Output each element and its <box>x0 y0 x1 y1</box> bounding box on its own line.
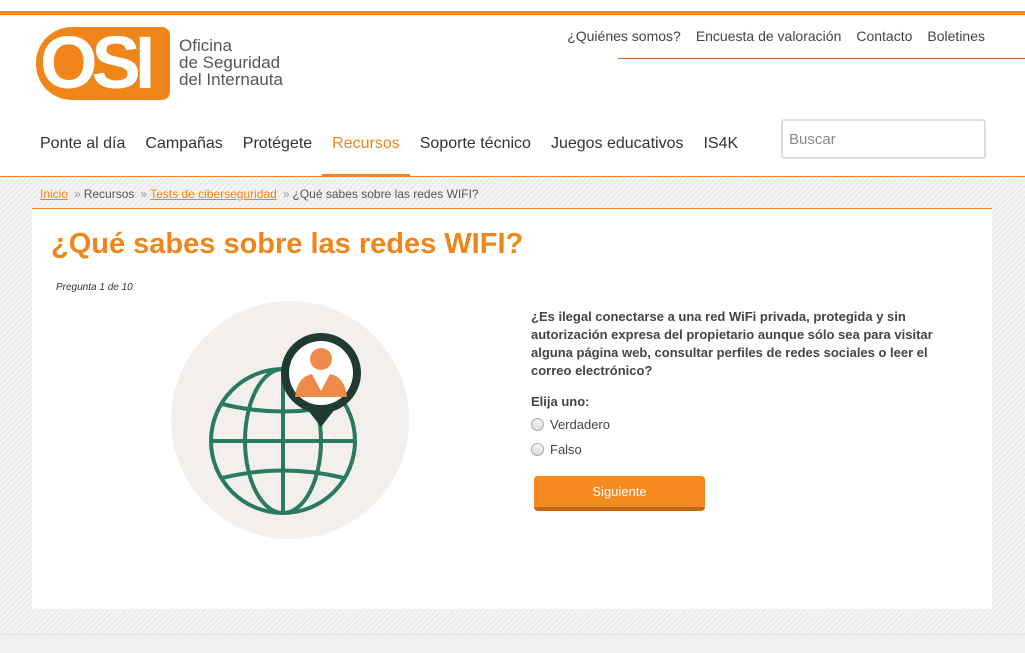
choose-label: Elija uno: <box>531 394 590 409</box>
nav-item-protegete[interactable]: Protégete <box>233 126 322 178</box>
question-text: ¿Es ilegal conectarse a una red WiFi pri… <box>531 309 933 378</box>
nav-item-soporte-tecnico[interactable]: Soporte técnico <box>410 126 541 178</box>
illustration-background <box>171 301 409 539</box>
top-link-boletines[interactable]: Boletines <box>927 28 985 44</box>
option-verdadero[interactable]: Verdadero <box>531 417 610 432</box>
top-link-quienes-somos[interactable]: ¿Quiénes somos? <box>567 28 681 44</box>
quiz-illustration <box>171 301 409 539</box>
nav-item-is4k[interactable]: IS4K <box>693 126 748 178</box>
osi-logo[interactable]: OSI Oficina de Seguridad del Internauta <box>36 27 286 101</box>
top-link-encuesta[interactable]: Encuesta de valoración <box>696 28 842 44</box>
logo-line-3: del Internauta <box>179 70 283 89</box>
logo-line-1: Oficina <box>179 36 232 55</box>
top-accent-bar <box>0 11 1025 15</box>
logo-mark: OSI <box>36 27 170 100</box>
footer-strip <box>0 634 1025 653</box>
top-links: ¿Quiénes somos? Encuesta de valoración C… <box>567 28 985 44</box>
top-links-divider <box>618 58 1025 59</box>
option-label: Falso <box>550 442 582 457</box>
breadcrumb-tests[interactable]: Tests de ciberseguridad <box>150 187 277 201</box>
logo-text: Oficina de Seguridad del Internauta <box>179 37 283 88</box>
breadcrumb-separator: » <box>140 187 148 201</box>
option-label: Verdadero <box>550 417 610 432</box>
radio-falso[interactable] <box>531 443 544 456</box>
nav-item-recursos[interactable]: Recursos <box>322 126 410 178</box>
top-link-contacto[interactable]: Contacto <box>856 28 912 44</box>
breadcrumb-inicio[interactable]: Inicio <box>40 187 68 201</box>
next-button[interactable]: Siguiente <box>534 476 705 511</box>
main-nav: Ponte al día Campañas Protégete Recursos… <box>30 126 748 178</box>
nav-item-campanas[interactable]: Campañas <box>135 126 232 178</box>
breadcrumb-separator: » <box>282 187 290 201</box>
question-counter: Pregunta 1 de 10 <box>56 282 133 293</box>
breadcrumb-current: ¿Qué sabes sobre las redes WIFI? <box>292 187 479 201</box>
page-title: ¿Qué sabes sobre las redes WIFI? <box>51 228 524 260</box>
logo-line-2: de Seguridad <box>179 53 281 72</box>
nav-item-juegos-educativos[interactable]: Juegos educativos <box>541 126 694 178</box>
logo-letters: OSI <box>40 27 156 100</box>
breadcrumb-recursos: Recursos <box>83 187 135 201</box>
option-falso[interactable]: Falso <box>531 442 582 457</box>
search-input[interactable] <box>781 119 986 159</box>
nav-item-ponte-al-dia[interactable]: Ponte al día <box>30 126 135 178</box>
breadcrumb-separator: » <box>74 187 81 201</box>
radio-verdadero[interactable] <box>531 418 544 431</box>
breadcrumb: Inicio» Recursos» Tests de ciberseguridad»… <box>40 187 479 201</box>
